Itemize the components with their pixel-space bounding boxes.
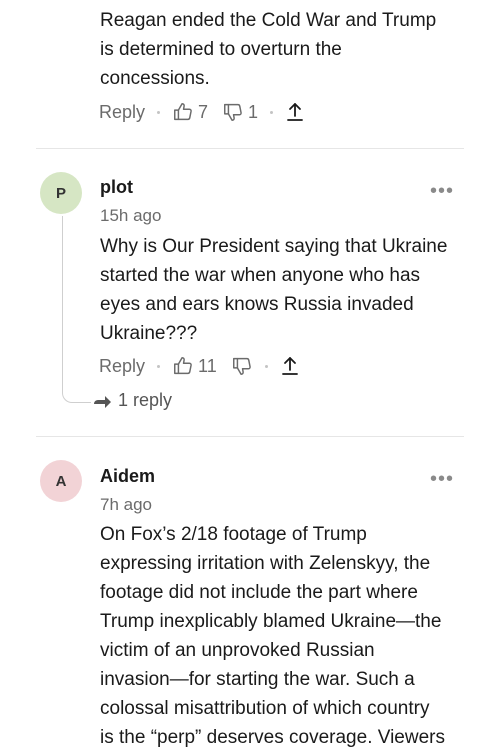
thumbs-up-icon — [174, 103, 192, 121]
downvote-button[interactable]: 1 — [222, 101, 258, 123]
comment-actions: Reply 11 — [99, 351, 300, 381]
downvote-count: 1 — [248, 101, 259, 122]
comment-actions: Reply 7 1 — [99, 97, 305, 127]
comment-line: Trump inexplicably blamed Ukraine—the — [100, 611, 442, 632]
comment-line: started the war when anyone who has — [100, 265, 421, 286]
share-button[interactable] — [280, 355, 300, 377]
thumbs-down-icon — [232, 357, 251, 375]
comment-timestamp: 7h ago — [100, 495, 152, 514]
comment-line: concessions. — [100, 68, 210, 89]
thumbs-down-icon — [224, 103, 242, 121]
thread-line — [62, 216, 91, 403]
more-options-button[interactable]: ••• — [430, 469, 454, 489]
avatar[interactable]: A — [40, 460, 82, 502]
avatar-letter: A — [55, 472, 67, 490]
share-icon — [287, 103, 303, 121]
avatar-letter: P — [55, 184, 66, 202]
divider — [36, 436, 464, 437]
upvote-count: 11 — [198, 355, 217, 376]
comment-line: On Fox’s 2/18 footage of Trump — [100, 524, 367, 545]
reply-button[interactable]: Reply — [99, 356, 145, 377]
comment-line: is the “perp” deserves coverage. Viewers — [100, 727, 445, 748]
divider — [36, 148, 464, 149]
reply-arrow-icon — [94, 395, 111, 408]
avatar[interactable]: P — [40, 172, 82, 214]
comment-line: is determined to overturn the — [100, 39, 342, 60]
comment-line: colossal misattribution of which country — [100, 698, 430, 719]
comment-body: Reagan ended the Cold War and Trump is d… — [100, 6, 480, 93]
separator-dot — [157, 364, 161, 368]
comment-line: Why is Our President saying that Ukraine — [100, 236, 448, 257]
comment-line: expressing irritation with Zelenskyy, th… — [100, 553, 431, 574]
downvote-button[interactable] — [231, 355, 253, 377]
share-icon — [281, 357, 298, 375]
comment-timestamp: 15h ago — [100, 206, 162, 225]
reply-count-label: 1 reply — [118, 390, 173, 410]
comment-line: Ukraine??? — [100, 323, 198, 344]
separator-dot — [157, 110, 161, 114]
comment-line: eyes and ears knows Russia invaded — [100, 294, 414, 315]
upvote-count: 7 — [198, 101, 209, 122]
thumbs-up-icon — [174, 357, 192, 375]
separator-dot — [270, 110, 274, 114]
comment-line: invasion—for starting the war. Such a — [100, 669, 415, 690]
view-replies-button[interactable]: 1 reply — [92, 390, 172, 411]
upvote-button[interactable]: 11 — [172, 355, 217, 377]
more-options-button[interactable]: ••• — [430, 181, 454, 201]
share-button[interactable] — [285, 101, 305, 123]
separator-dot — [264, 364, 268, 368]
comment-author[interactable]: plot — [100, 177, 133, 198]
comment-author[interactable]: Aidem — [100, 466, 155, 487]
reply-button[interactable]: Reply — [99, 102, 145, 123]
comment-body: Why is Our President saying that Ukraine… — [100, 232, 480, 348]
comment-line: victim of an unprovoked Russian — [100, 640, 375, 661]
comment-body: On Fox’s 2/18 footage of Trump expressin… — [100, 520, 495, 752]
comment-line: Reagan ended the Cold War and Trump — [100, 10, 437, 31]
comment-line: footage did not include the part where — [100, 582, 418, 603]
upvote-button[interactable]: 7 — [172, 101, 208, 123]
